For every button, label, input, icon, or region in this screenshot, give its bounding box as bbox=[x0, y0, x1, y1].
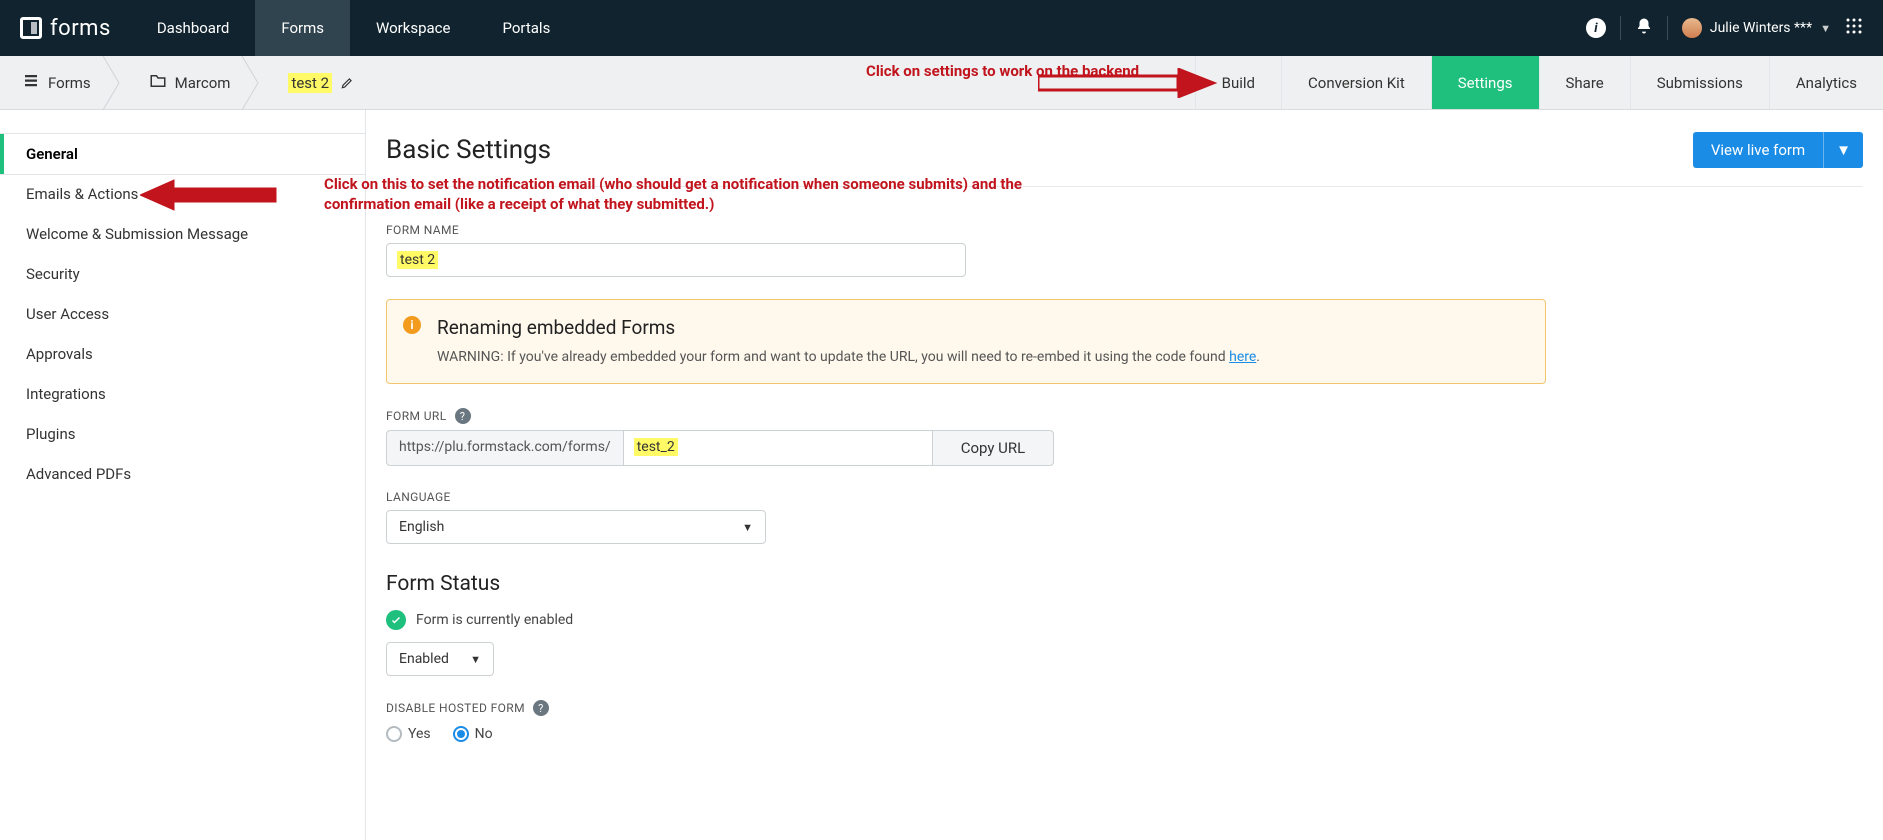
settings-sidebar: General Emails & Actions Welcome & Submi… bbox=[0, 110, 366, 840]
nav-portals[interactable]: Portals bbox=[476, 0, 576, 56]
view-live-button[interactable]: View live form bbox=[1693, 132, 1823, 168]
annotation-arrow-left bbox=[140, 178, 280, 216]
notice-here-link[interactable]: here bbox=[1229, 349, 1256, 365]
form-status-text: Form is currently enabled bbox=[416, 612, 573, 628]
help-icon[interactable]: ? bbox=[455, 408, 471, 424]
label-language: LANGUAGE bbox=[386, 490, 1546, 504]
notice-title: Renaming embedded Forms bbox=[437, 316, 1527, 339]
form-area: FORM NAME test 2 i Renaming embedded For… bbox=[386, 193, 1546, 742]
form-name-input[interactable]: test 2 bbox=[386, 243, 966, 277]
renaming-notice: i Renaming embedded Forms WARNING: If yo… bbox=[386, 299, 1546, 384]
form-url-row: https://plu.formstack.com/forms/ test_2 … bbox=[386, 430, 1546, 466]
label-form-url: FORM URL ? bbox=[386, 408, 1546, 424]
breadcrumb-form[interactable]: test 2 bbox=[266, 56, 376, 109]
form-status-heading: Form Status bbox=[386, 572, 1546, 596]
form-status-row: Form is currently enabled bbox=[386, 610, 1546, 630]
radio-yes[interactable]: Yes bbox=[386, 726, 431, 742]
notice-body: WARNING: If you've already embedded your… bbox=[437, 349, 1527, 365]
folder-icon bbox=[149, 72, 167, 94]
url-slug-input[interactable]: test_2 bbox=[623, 430, 933, 466]
language-value: English bbox=[399, 519, 444, 535]
info-icon: i bbox=[403, 316, 421, 334]
user-menu[interactable]: Julie Winters *** ▼ bbox=[1682, 18, 1831, 38]
chevron-down-icon: ▼ bbox=[1820, 22, 1831, 35]
breadcrumb-folder[interactable]: Marcom bbox=[127, 56, 253, 109]
nav-forms[interactable]: Forms bbox=[255, 0, 350, 56]
chevron-down-icon: ▼ bbox=[742, 521, 753, 534]
notice-body-prefix: WARNING: If you've already embedded your… bbox=[437, 349, 1229, 365]
url-prefix: https://plu.formstack.com/forms/ bbox=[386, 430, 623, 466]
sub-tabs: Build Conversion Kit Settings Share Subm… bbox=[1195, 56, 1883, 109]
notice-body-suffix: . bbox=[1256, 349, 1260, 365]
nav-workspace[interactable]: Workspace bbox=[350, 0, 476, 56]
check-circle-icon bbox=[386, 610, 406, 630]
subbar: Forms Marcom test 2 Click on settings to… bbox=[0, 56, 1883, 110]
view-live-form: View live form ▼ bbox=[1693, 132, 1863, 168]
sidebar-item-general[interactable]: General bbox=[0, 134, 365, 174]
help-icon[interactable]: ? bbox=[533, 700, 549, 716]
breadcrumb-label: Forms bbox=[48, 74, 91, 92]
main-nav: Dashboard Forms Workspace Portals bbox=[131, 0, 577, 56]
label-form-url-text: FORM URL bbox=[386, 409, 447, 423]
disable-hosted-radio-group: Yes No bbox=[386, 726, 1546, 742]
brand-logo[interactable]: forms bbox=[0, 16, 131, 41]
content: Click on this to set the notification em… bbox=[366, 110, 1883, 840]
form-name-value: test 2 bbox=[397, 251, 438, 269]
info-icon[interactable]: i bbox=[1586, 18, 1606, 38]
apps-grid-icon[interactable] bbox=[1845, 17, 1863, 39]
radio-no-label: No bbox=[475, 726, 493, 742]
breadcrumb-forms[interactable]: Forms bbox=[0, 56, 113, 109]
form-status-value: Enabled bbox=[399, 651, 449, 667]
annotation-emails-text: Click on this to set the notification em… bbox=[324, 174, 1084, 215]
brand-logo-icon bbox=[20, 17, 42, 39]
avatar bbox=[1682, 18, 1702, 38]
breadcrumb-chevron-icon bbox=[101, 56, 125, 109]
brand-text: forms bbox=[50, 16, 111, 41]
sidebar-item-integrations[interactable]: Integrations bbox=[0, 374, 365, 414]
sidebar-item-welcome-submission[interactable]: Welcome & Submission Message bbox=[0, 214, 365, 254]
sidebar-item-user-access[interactable]: User Access bbox=[0, 294, 365, 334]
tab-conversion-kit[interactable]: Conversion Kit bbox=[1281, 56, 1431, 109]
breadcrumb-label: Marcom bbox=[175, 74, 231, 92]
topbar-right: i Julie Winters *** ▼ bbox=[1586, 16, 1883, 40]
main-layout: General Emails & Actions Welcome & Submi… bbox=[0, 110, 1883, 840]
separator bbox=[1620, 16, 1621, 40]
edit-pencil-icon[interactable] bbox=[340, 76, 354, 90]
annotation-arrow-right bbox=[1038, 68, 1218, 102]
topbar: forms Dashboard Forms Workspace Portals … bbox=[0, 0, 1883, 56]
radio-yes-label: Yes bbox=[408, 726, 431, 742]
form-name-highlight: test 2 bbox=[288, 73, 332, 93]
radio-no[interactable]: No bbox=[453, 726, 493, 742]
user-name: Julie Winters *** bbox=[1710, 20, 1812, 36]
nav-dashboard[interactable]: Dashboard bbox=[131, 0, 256, 56]
label-disable-hosted-text: DISABLE HOSTED FORM bbox=[386, 701, 525, 715]
language-select[interactable]: English ▼ bbox=[386, 510, 766, 544]
label-disable-hosted: DISABLE HOSTED FORM ? bbox=[386, 700, 1546, 716]
list-icon bbox=[22, 72, 40, 94]
sidebar-item-plugins[interactable]: Plugins bbox=[0, 414, 365, 454]
tab-share[interactable]: Share bbox=[1539, 56, 1630, 109]
tab-settings[interactable]: Settings bbox=[1431, 56, 1539, 109]
sidebar-item-security[interactable]: Security bbox=[0, 254, 365, 294]
form-status-select[interactable]: Enabled ▼ bbox=[386, 642, 494, 676]
chevron-down-icon: ▼ bbox=[470, 653, 481, 666]
url-slug-value: test_2 bbox=[634, 438, 678, 456]
tab-submissions[interactable]: Submissions bbox=[1630, 56, 1769, 109]
breadcrumb: Forms Marcom test 2 bbox=[0, 56, 376, 109]
copy-url-button[interactable]: Copy URL bbox=[932, 430, 1055, 466]
sidebar-item-advanced-pdfs[interactable]: Advanced PDFs bbox=[0, 454, 365, 494]
notifications-icon[interactable] bbox=[1635, 17, 1653, 39]
tab-analytics[interactable]: Analytics bbox=[1769, 56, 1883, 109]
view-live-dropdown[interactable]: ▼ bbox=[1823, 132, 1863, 168]
breadcrumb-chevron-icon bbox=[240, 56, 264, 109]
label-form-name: FORM NAME bbox=[386, 223, 1546, 237]
page-title: Basic Settings bbox=[386, 135, 551, 165]
sidebar-item-approvals[interactable]: Approvals bbox=[0, 334, 365, 374]
separator bbox=[1667, 16, 1668, 40]
